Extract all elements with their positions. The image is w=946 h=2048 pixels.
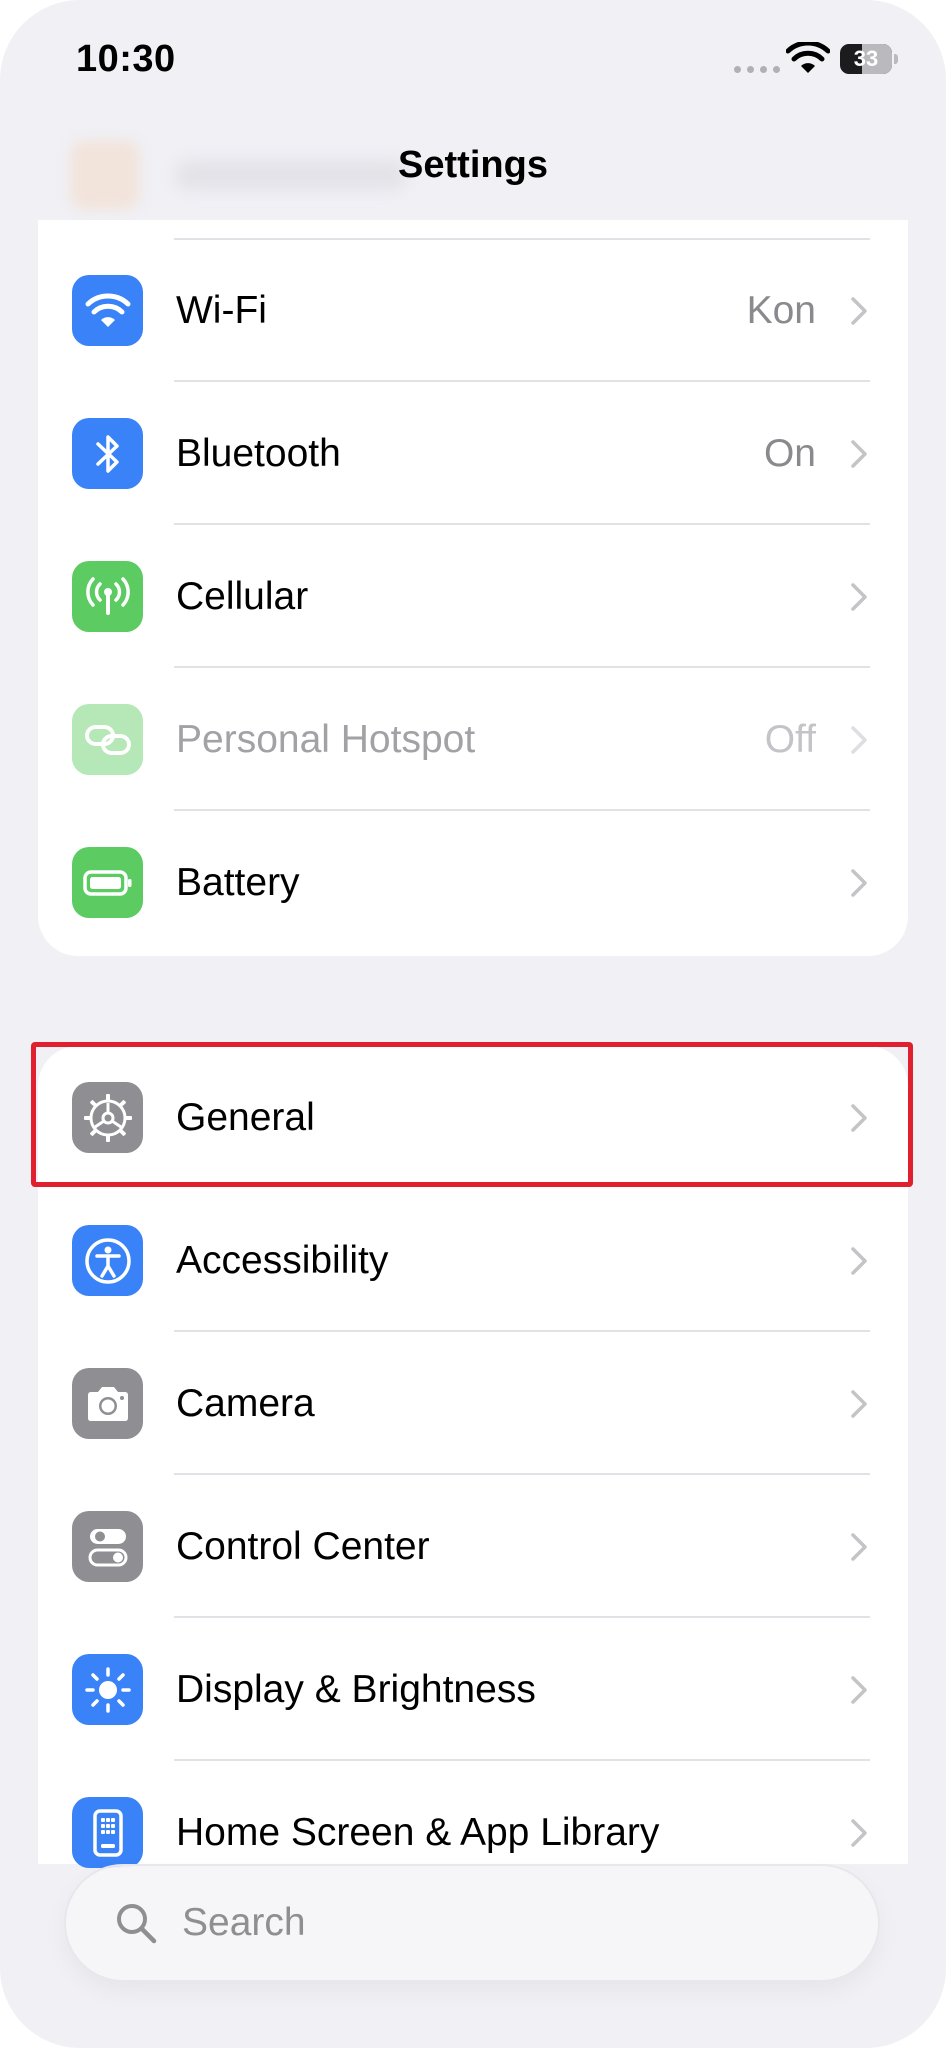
settings-row-bluetooth[interactable]: Bluetooth On	[38, 382, 908, 525]
row-value: Kon	[746, 289, 816, 332]
chevron-right-icon	[851, 1390, 867, 1418]
row-label: Personal Hotspot	[176, 718, 476, 761]
chevron-right-icon	[851, 440, 867, 468]
search-bar[interactable]: Search	[66, 1866, 878, 1980]
settings-row-accessibility[interactable]: Accessibility	[38, 1189, 908, 1332]
phone-grid-icon	[72, 1797, 143, 1868]
settings-row-display-brightness[interactable]: Display & Brightness	[38, 1618, 908, 1761]
gear-icon	[72, 1082, 143, 1153]
settings-row-control-center[interactable]: Control Center	[38, 1475, 908, 1618]
chevron-right-icon	[851, 726, 867, 754]
row-label: Control Center	[176, 1525, 430, 1568]
settings-row-battery[interactable]: Battery	[38, 811, 908, 954]
settings-row-cellular[interactable]: Cellular	[38, 525, 908, 668]
chevron-right-icon	[851, 1533, 867, 1561]
page-title: Settings	[398, 144, 548, 186]
row-label: Battery	[176, 861, 300, 904]
chevron-right-icon	[851, 1247, 867, 1275]
search-input[interactable]: Search	[182, 1866, 306, 1980]
row-value: Off	[764, 718, 816, 761]
row-label: Accessibility	[176, 1239, 389, 1282]
wifi-icon	[72, 275, 143, 346]
settings-row-wifi[interactable]: Wi-Fi Kon	[38, 239, 908, 382]
sun-icon	[72, 1654, 143, 1725]
row-label: Display & Brightness	[176, 1668, 536, 1711]
status-bar: 10:30 33	[0, 0, 946, 120]
settings-screen: 10:30 33 Settings Wi-Fi Kon Bluetooth On…	[0, 0, 946, 2048]
wifi-status-icon	[786, 42, 830, 73]
nav-header: Settings	[0, 120, 946, 220]
settings-row-camera[interactable]: Camera	[38, 1332, 908, 1475]
row-label: Wi-Fi	[176, 289, 267, 332]
row-label: Cellular	[176, 575, 309, 618]
chevron-right-icon	[851, 1104, 867, 1132]
chevron-right-icon	[851, 1676, 867, 1704]
battery-status-icon: 33	[840, 44, 898, 74]
chevron-right-icon	[851, 583, 867, 611]
connectivity-group: Wi-Fi Kon Bluetooth On Cellular Personal…	[38, 220, 908, 956]
battery-level: 33	[853, 46, 879, 71]
search-icon	[117, 1904, 157, 1944]
chevron-right-icon	[851, 869, 867, 897]
accessibility-icon	[72, 1225, 143, 1296]
settings-row-general[interactable]: General	[38, 1046, 908, 1189]
status-time: 10:30	[76, 38, 176, 80]
chevron-right-icon	[851, 297, 867, 325]
camera-icon	[72, 1368, 143, 1439]
settings-row-personal-hotspot[interactable]: Personal Hotspot Off	[38, 668, 908, 811]
bluetooth-icon	[72, 418, 143, 489]
row-value: On	[763, 432, 816, 475]
battery-icon	[72, 847, 143, 918]
antenna-icon	[72, 561, 143, 632]
system-group: General Accessibility Camera Control Cen…	[38, 1046, 908, 1868]
cellular-signal-icon	[734, 66, 780, 73]
row-label: General	[176, 1096, 315, 1139]
toggles-icon	[72, 1511, 143, 1582]
chevron-right-icon	[851, 1819, 867, 1847]
row-label: Camera	[176, 1382, 315, 1425]
link-icon	[72, 704, 143, 775]
row-label: Bluetooth	[176, 432, 341, 475]
